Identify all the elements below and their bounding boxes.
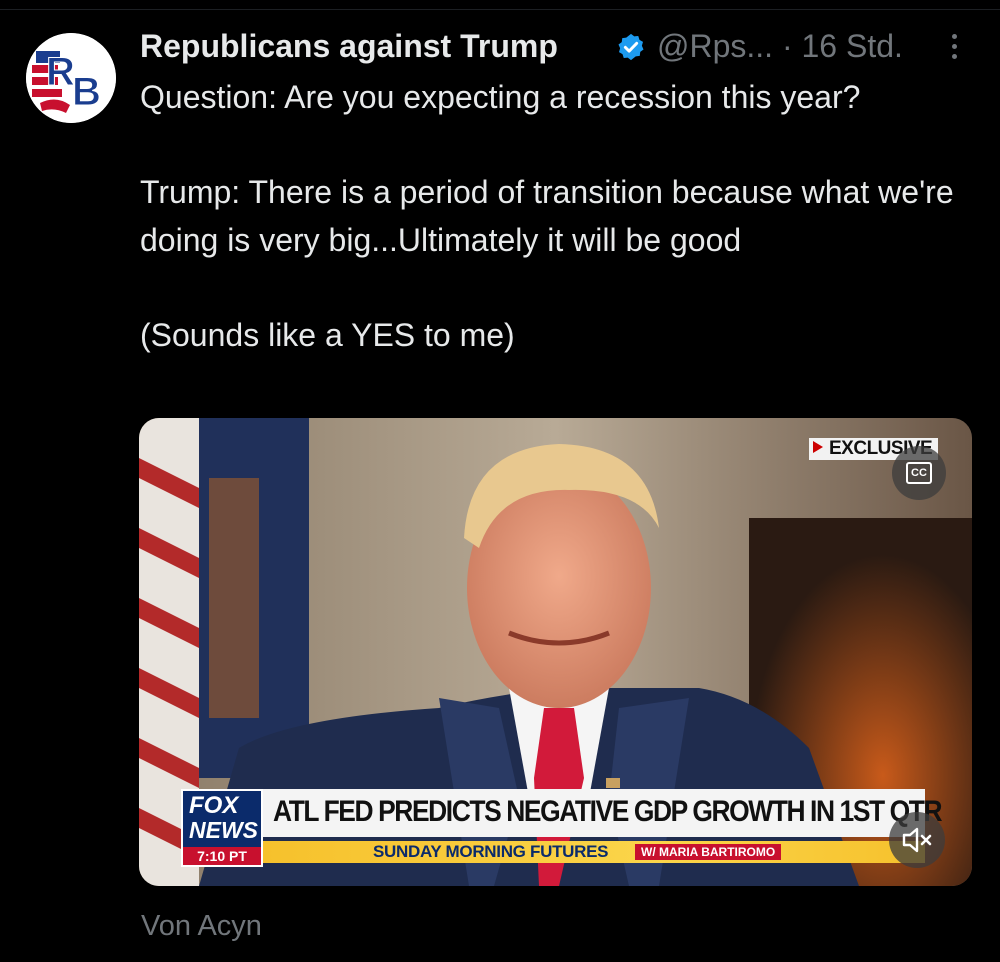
play-triangle-icon [813, 441, 823, 453]
svg-text:B: B [72, 70, 101, 114]
network-line2: NEWS [189, 817, 258, 843]
rb-logo-icon: R B [26, 33, 116, 123]
headline-text: ATL FED PREDICTS NEGATIVE GDP GROWTH IN … [273, 795, 943, 828]
host-tag: W/ MARIA BARTIROMO [635, 844, 782, 860]
separator: · [781, 28, 793, 64]
headline-bar: ATL FED PREDICTS NEGATIVE GDP GROWTH IN … [263, 789, 943, 837]
svg-text:R: R [46, 50, 75, 94]
network-line1: FOX [189, 792, 239, 819]
mute-button[interactable] [889, 812, 945, 868]
source-label[interactable]: Von Acyn [141, 910, 262, 943]
verified-badge-icon [618, 33, 644, 61]
closed-captions-icon: CC [906, 462, 932, 484]
fox-news-logo: FOX NEWS 7:10 PT [181, 789, 263, 867]
dot-icon [951, 34, 957, 39]
more-menu-button[interactable] [946, 34, 962, 64]
avatar[interactable]: R B [26, 33, 116, 123]
news-chyron: FOX NEWS 7:10 PT ATL FED PREDICTS NEGATI… [181, 789, 943, 867]
handle[interactable]: @Rps... [657, 28, 773, 64]
display-name[interactable]: Republicans against Trump [140, 28, 558, 65]
broadcast-time: 7:10 PT [183, 847, 261, 865]
handle-and-time: @Rps... · 16 Std. [657, 28, 903, 65]
video-player[interactable]: EXCLUSIVE CC FOX NEWS 7:10 PT ATL FED PR… [139, 418, 972, 886]
show-name: SUNDAY MORNING FUTURES [373, 842, 609, 861]
dot-icon [951, 54, 957, 59]
timestamp[interactable]: 16 Std. [802, 28, 903, 64]
dot-icon [951, 44, 957, 49]
speaker-muted-icon [902, 827, 932, 853]
closed-captions-button[interactable]: CC [892, 446, 946, 500]
tweet-header: Republicans against Trump @Rps... · 16 S… [140, 28, 980, 68]
show-bar: SUNDAY MORNING FUTURES W/ MARIA BARTIROM… [263, 841, 925, 863]
tweet-text: Question: Are you expecting a recession … [140, 79, 954, 353]
divider [0, 9, 1000, 10]
